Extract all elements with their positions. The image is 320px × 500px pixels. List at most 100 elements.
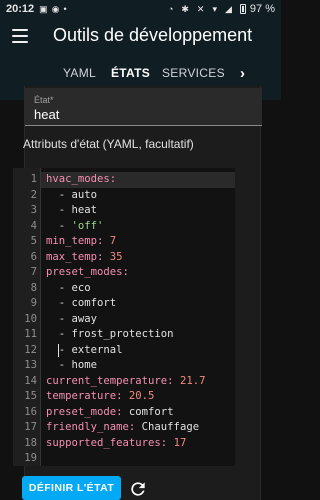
code-token: current_temperature: — [46, 374, 180, 387]
code-text: temperature: 20.5 — [46, 389, 154, 405]
code-line: 13 - home — [13, 358, 235, 374]
code-token: - — [46, 188, 72, 201]
code-token: away — [71, 312, 98, 325]
code-text: hvac_modes: — [46, 172, 116, 188]
code-text: current_temperature: 21.7 — [46, 374, 205, 390]
code-text: - away — [46, 312, 97, 328]
battery-icon — [239, 4, 246, 14]
code-line: 8 - eco — [13, 281, 235, 297]
code-token: - — [46, 281, 72, 294]
notification-icon: ▣ — [39, 3, 48, 14]
line-number: 6 — [30, 250, 37, 263]
code-text: - home — [46, 358, 97, 374]
spotify-icon: ◉ — [51, 3, 60, 14]
line-number: 4 — [30, 219, 37, 232]
code-line: 17 friendly_name: Chauffage — [13, 420, 235, 436]
signal-icon: ◢ — [225, 3, 232, 14]
bluetooth-icon: ✱ — [181, 3, 189, 14]
line-number: 3 — [30, 204, 37, 216]
code-text: - comfort — [46, 296, 116, 312]
code-token: - — [46, 328, 72, 340]
line-number: 17 — [24, 421, 37, 433]
line-number: 10 — [24, 312, 37, 325]
attributes-title: Attributs d'état (YAML, facultatif) — [23, 137, 194, 151]
code-token: auto — [71, 188, 98, 201]
code-text: supported_features: 17 — [46, 436, 186, 452]
line-number: 13 — [24, 359, 37, 371]
code-token: - — [46, 312, 72, 325]
code-token: Chauffage — [141, 421, 200, 433]
line-number: 1 — [30, 173, 37, 185]
code-text: min_temp: 7 — [46, 234, 116, 250]
code-token: home — [71, 359, 98, 371]
code-token: friendly_name: — [46, 421, 142, 433]
code-token: preset_modes: — [46, 266, 129, 278]
yaml-editor[interactable]: 1 hvac_modes: 2 - auto 3 - heat 4 - 'off' 5 mi… — [13, 168, 235, 466]
tab-etats[interactable]: ÉTATS — [111, 66, 150, 80]
code-text: - heat — [46, 203, 97, 219]
code-line: 11 - frost_protection — [13, 327, 235, 343]
line-number: 9 — [30, 297, 37, 309]
line-number: 18 — [24, 436, 37, 449]
alarm-icon: ◔ — [167, 4, 174, 14]
code-text: - frost_protection — [46, 327, 174, 343]
code-line: 12 - external — [13, 343, 235, 359]
line-number: 11 — [24, 328, 37, 340]
code-token: supported_features: — [46, 436, 174, 449]
code-line: 4 - 'off' — [13, 219, 235, 235]
code-token: external — [71, 343, 123, 356]
code-line: 1 hvac_modes: — [13, 172, 235, 188]
chevron-right-icon[interactable]: › — [240, 65, 245, 82]
line-number: 7 — [30, 266, 37, 278]
code-token: 7 — [109, 235, 117, 247]
line-number: 16 — [24, 405, 37, 418]
code-text: max_temp: 35 — [46, 250, 123, 266]
code-text: - 'off' — [46, 219, 104, 235]
code-token: 35 — [109, 250, 123, 263]
code-line: 14 current_temperature: 21.7 — [13, 374, 235, 390]
state-field-label: État* — [34, 95, 54, 105]
code-token: max_temp: — [46, 250, 110, 263]
line-number: 14 — [24, 374, 37, 387]
code-text: preset_modes: — [46, 265, 129, 281]
status-bar: 20:12 ▣ ◉ • ◔ ✱ ✕ ▾ ◢ 97 % — [0, 0, 281, 18]
line-number: 19 — [24, 452, 37, 464]
refresh-icon[interactable] — [128, 479, 148, 499]
text-cursor — [58, 344, 59, 357]
code-token: eco — [71, 281, 91, 294]
code-text: - eco — [46, 281, 91, 297]
code-token: comfort — [128, 405, 174, 418]
code-line: 15 temperature: 20.5 — [13, 389, 235, 405]
mute-icon: ✕ — [196, 3, 205, 14]
line-number: 15 — [24, 390, 37, 402]
code-line: 2 - auto — [13, 188, 235, 204]
page-title: Outils de développement — [53, 25, 253, 45]
code-line: 7 preset_modes: — [13, 265, 235, 281]
tab-services[interactable]: SERVICES — [162, 66, 225, 80]
code-line: 18 supported_features: 17 — [13, 436, 235, 452]
tab-yaml[interactable]: YAML — [63, 66, 96, 80]
menu-icon[interactable] — [12, 29, 28, 43]
code-token: - — [46, 297, 72, 309]
code-token: - — [46, 204, 72, 216]
code-text: - auto — [46, 188, 97, 204]
battery-percent: 97 % — [249, 3, 275, 15]
code-line: 10 - away — [13, 312, 235, 328]
state-field-value[interactable]: heat — [34, 107, 59, 122]
code-line: 5 min_temp: 7 — [13, 234, 235, 250]
code-token: heat — [71, 204, 98, 216]
code-token: - — [46, 219, 72, 232]
code-line: 6 max_temp: 35 — [13, 250, 235, 266]
state-field[interactable]: État* heat — [25, 88, 262, 126]
code-token: 21.7 — [179, 374, 206, 387]
code-token: min_temp: — [46, 235, 110, 247]
code-text: friendly_name: Chauffage — [46, 420, 199, 436]
code-token: comfort — [71, 297, 117, 309]
line-number: 12 — [24, 343, 37, 356]
code-text: preset_mode: comfort — [46, 405, 174, 421]
code-token: temperature: — [46, 390, 129, 402]
code-line: 9 - comfort — [13, 296, 235, 312]
code-token: 17 — [173, 436, 187, 449]
set-state-button[interactable]: DÉFINIR L'ÉTAT — [22, 476, 121, 500]
dot-icon: • — [63, 4, 67, 14]
